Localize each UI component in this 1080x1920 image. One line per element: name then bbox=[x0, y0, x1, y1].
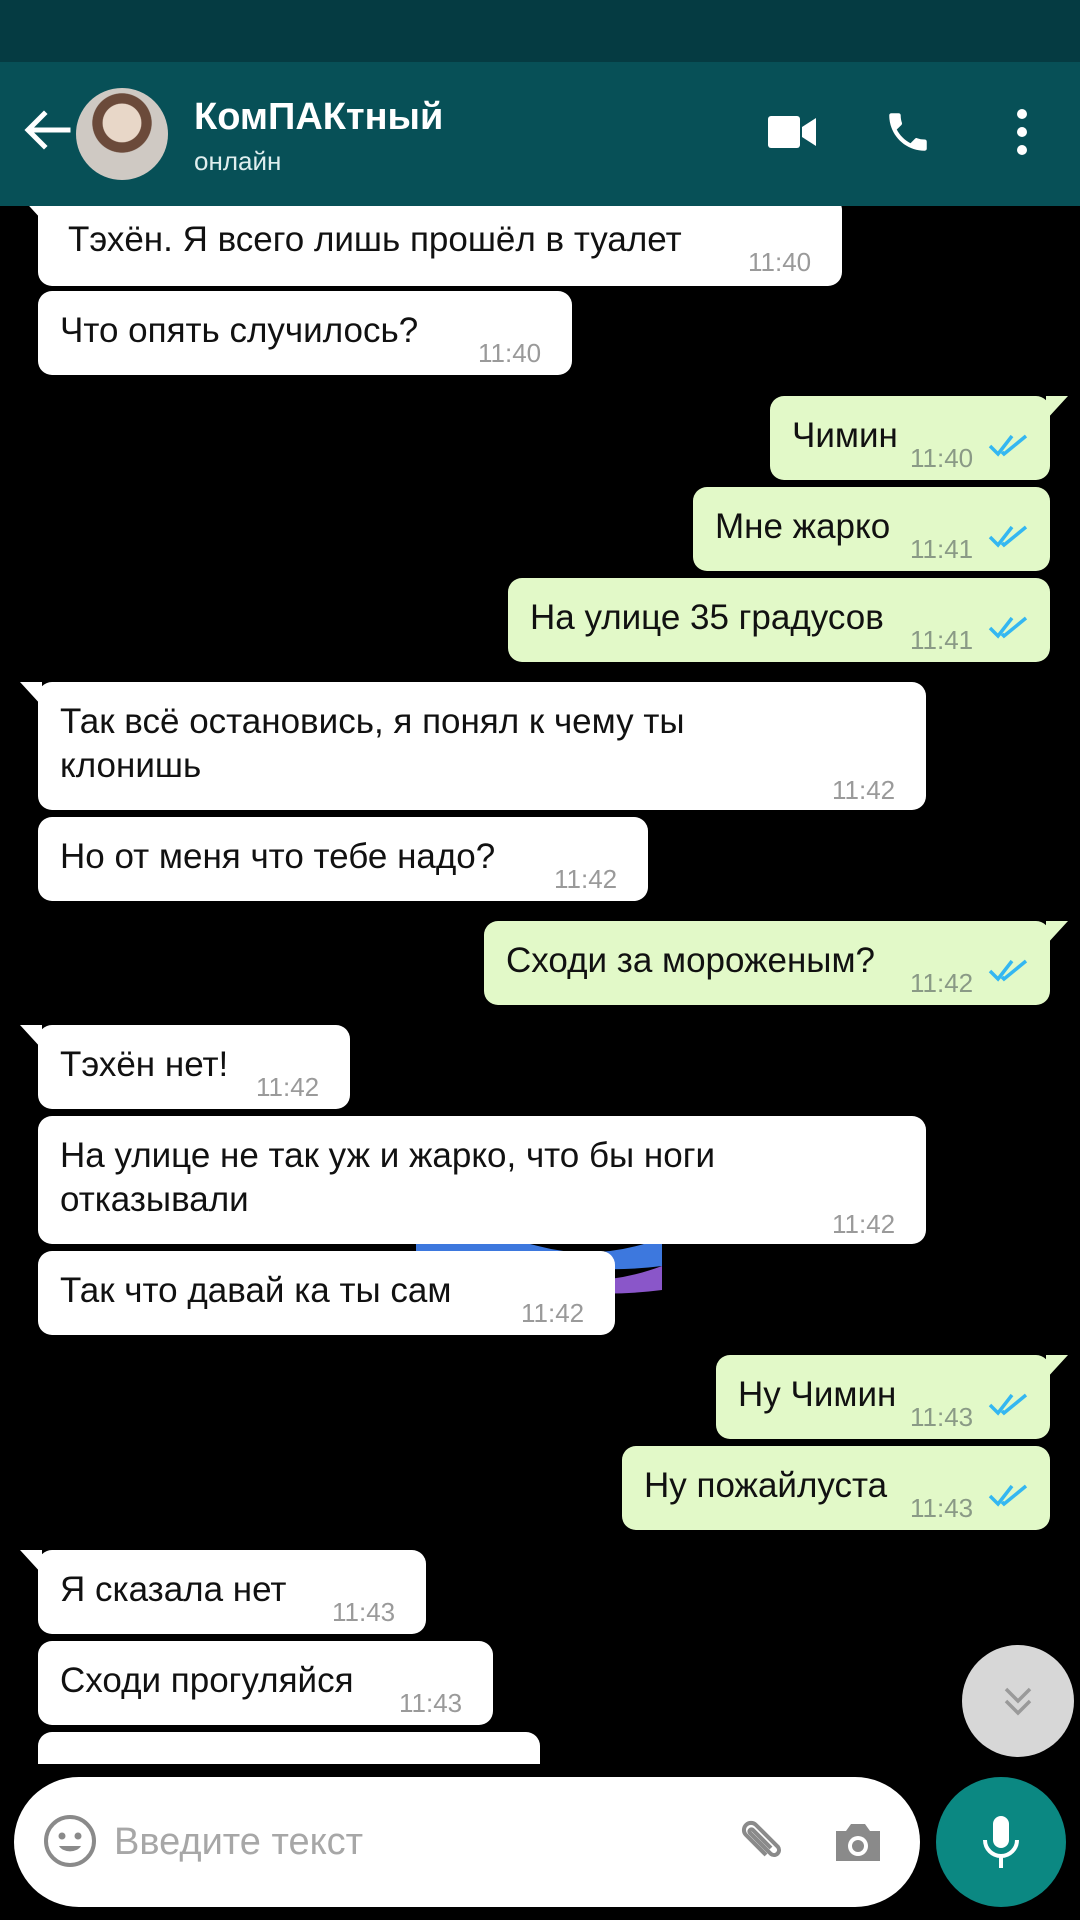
double-chevron-down-icon bbox=[1004, 1687, 1032, 1716]
message-text: Но от меня что тебе надо? bbox=[60, 837, 496, 876]
message-incoming[interactable]: Но от меня что тебе надо? 11:42 bbox=[38, 817, 648, 901]
message-text: Тэхён. Я всего лишь прошёл в туалет bbox=[68, 220, 682, 259]
message-outgoing[interactable]: На улице 35 градусов 11:41 bbox=[508, 578, 1050, 662]
message-time: 11:40 bbox=[478, 338, 542, 368]
message-time: 11:43 bbox=[332, 1597, 396, 1627]
message-incoming[interactable]: Тэхён. Я всего лишь прошёл в туалет 11:4… bbox=[20, 206, 842, 286]
message-text: На улице не так уж и жарко, что бы ноги … bbox=[60, 1136, 716, 1219]
more-options-icon[interactable] bbox=[990, 100, 1054, 164]
message-text: Тэхён нет! bbox=[60, 1045, 229, 1084]
message-incoming[interactable]: Сходи прогуляйся 11:43 bbox=[38, 1641, 493, 1725]
message-incoming[interactable]: Тэхён нет! 11:42 bbox=[20, 1025, 350, 1109]
message-text: Сходи за мороженым? bbox=[506, 941, 875, 980]
contact-name[interactable]: КомПАКтный bbox=[194, 96, 443, 139]
message-time: 11:42 bbox=[910, 968, 974, 998]
message-text: Так что давай ка ты сам bbox=[60, 1271, 452, 1310]
contact-status: онлайн bbox=[194, 146, 282, 176]
message-time: 11:42 bbox=[521, 1298, 585, 1328]
read-ticks-icon bbox=[988, 959, 1028, 982]
message-time: 11:41 bbox=[910, 534, 974, 564]
message-time: 11:42 bbox=[832, 775, 896, 805]
message-outgoing[interactable]: Чимин 11:40 bbox=[770, 396, 1068, 480]
status-bar bbox=[0, 0, 1080, 62]
message-text: Я сказала нет bbox=[60, 1570, 287, 1609]
voice-call-icon[interactable] bbox=[876, 100, 940, 164]
microphone-icon bbox=[983, 1816, 1019, 1868]
message-text: Мне жарко bbox=[715, 507, 891, 546]
message-incoming[interactable]: Так что давай ка ты сам 11:42 bbox=[38, 1251, 615, 1335]
message-list[interactable]: Тэхён. Я всего лишь прошёл в туалет 11:4… bbox=[0, 206, 1080, 1764]
message-time: 11:42 bbox=[256, 1072, 320, 1102]
message-text: Ну Чимин bbox=[738, 1375, 897, 1414]
message-outgoing[interactable]: Ну пожайлуста 11:43 bbox=[622, 1446, 1050, 1530]
message-incoming[interactable]: Так всё остановись, я понял к чему ты кл… bbox=[20, 682, 926, 810]
back-arrow-icon[interactable] bbox=[18, 102, 74, 158]
message-time: 11:43 bbox=[399, 1688, 463, 1718]
message-incoming[interactable]: Что опять случилось? 11:40 bbox=[38, 291, 572, 375]
composer bbox=[14, 1777, 920, 1907]
message-text: Чимин bbox=[792, 416, 898, 455]
message-time: 11:43 bbox=[910, 1402, 974, 1432]
message-time: 11:43 bbox=[910, 1493, 974, 1523]
message-incoming[interactable]: На улице не так уж и жарко, что бы ноги … bbox=[38, 1116, 926, 1244]
attach-icon[interactable] bbox=[728, 1813, 788, 1873]
message-input[interactable] bbox=[114, 1815, 674, 1869]
message-incoming[interactable]: Я сказала нет 11:43 bbox=[20, 1550, 426, 1634]
camera-icon[interactable] bbox=[828, 1813, 888, 1873]
message-time: 11:42 bbox=[832, 1209, 896, 1239]
voice-record-button[interactable] bbox=[936, 1777, 1066, 1907]
message-outgoing[interactable]: Мне жарко 11:41 bbox=[693, 487, 1050, 571]
message-text: Ну пожайлуста bbox=[644, 1466, 888, 1505]
message-time: 11:41 bbox=[910, 625, 974, 655]
read-ticks-icon bbox=[988, 525, 1028, 548]
message-time: 11:40 bbox=[910, 443, 974, 473]
video-call-icon[interactable] bbox=[760, 100, 824, 164]
emoji-icon[interactable] bbox=[42, 1813, 98, 1869]
read-ticks-icon bbox=[988, 1393, 1028, 1416]
read-ticks-icon bbox=[988, 1484, 1028, 1507]
message-time: 11:42 bbox=[554, 864, 618, 894]
message-text: Что опять случилось? bbox=[60, 311, 419, 350]
scroll-down-button[interactable] bbox=[962, 1645, 1074, 1757]
read-ticks-icon bbox=[988, 434, 1028, 457]
avatar[interactable] bbox=[76, 88, 168, 180]
message-text: Так всё остановись, я понял к чему ты кл… bbox=[60, 702, 685, 785]
message-outgoing[interactable]: Сходи за мороженым? 11:42 bbox=[484, 921, 1068, 1005]
message-text: Сходи прогуляйся bbox=[60, 1661, 354, 1700]
message-time: 11:40 bbox=[748, 247, 812, 277]
chat-header: КомПАКтный онлайн bbox=[0, 62, 1080, 206]
read-ticks-icon bbox=[988, 616, 1028, 639]
message-outgoing[interactable]: Ну Чимин 11:43 bbox=[716, 1355, 1068, 1439]
message-text: На улице 35 градусов bbox=[530, 598, 884, 637]
message-incoming-partial[interactable] bbox=[38, 1732, 540, 1764]
